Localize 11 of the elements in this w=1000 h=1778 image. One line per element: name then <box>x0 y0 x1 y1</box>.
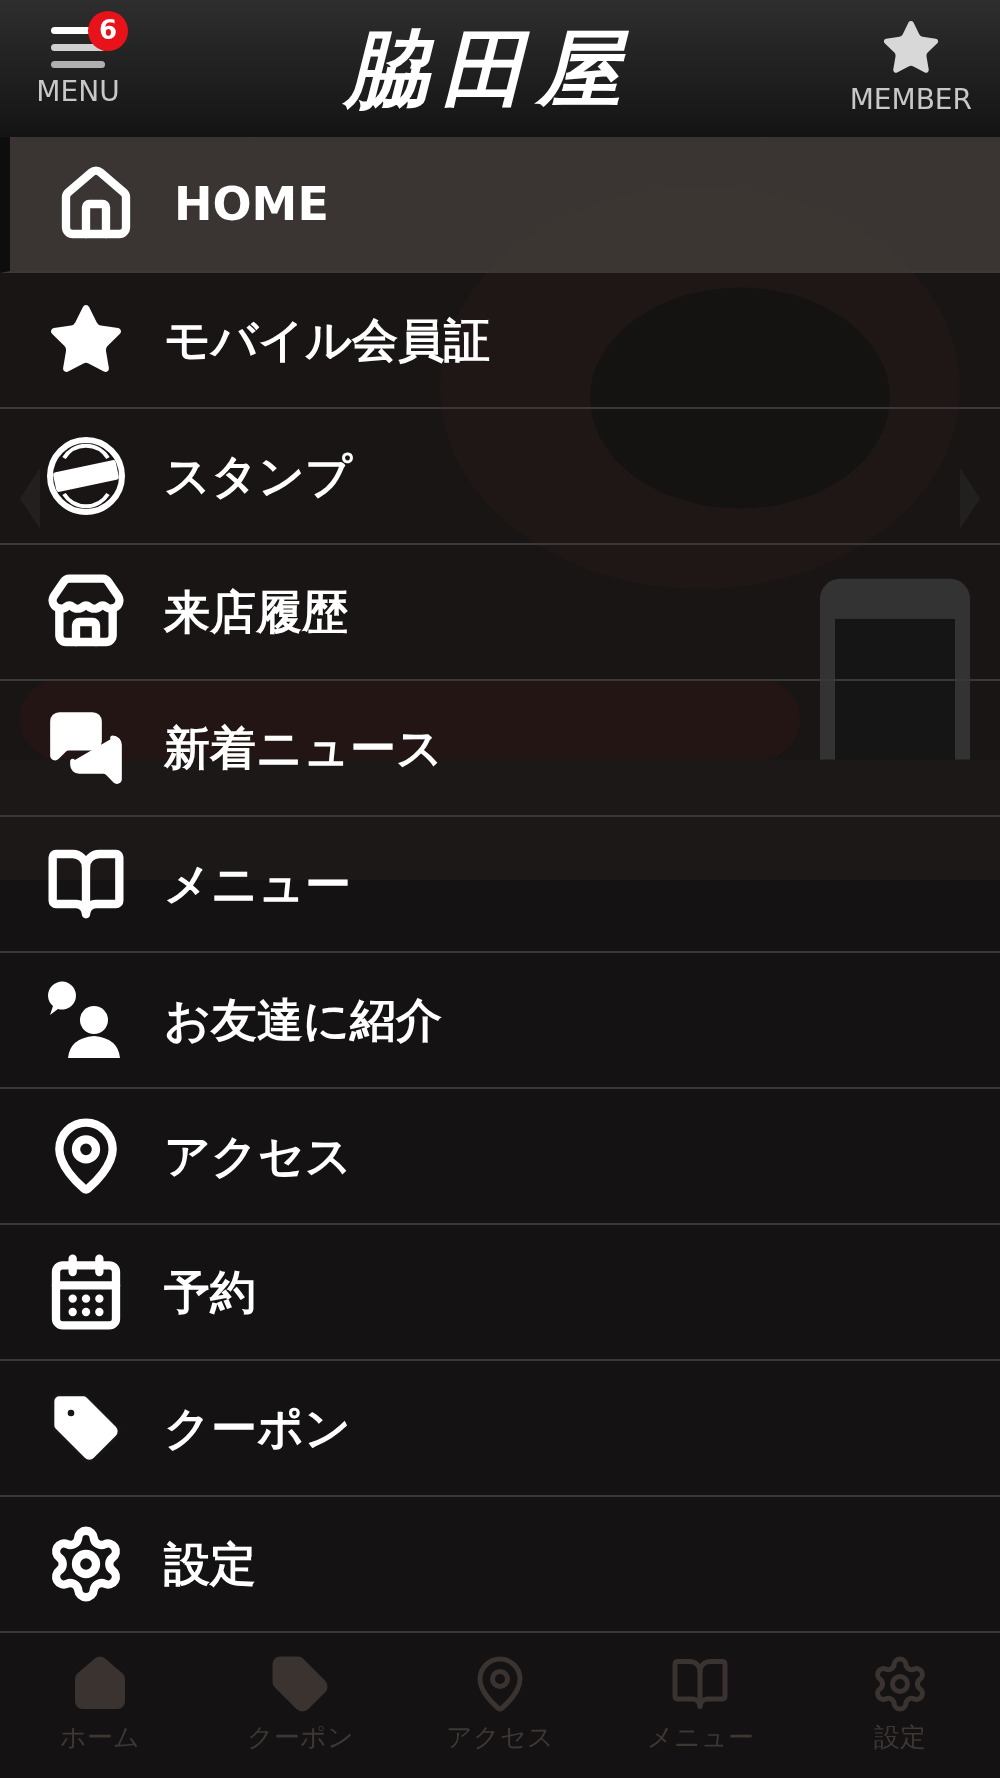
menu-item[interactable]: HOME <box>0 137 1000 273</box>
menu-item[interactable]: 来店履歴 <box>0 545 1000 681</box>
menu-item[interactable]: メニュー <box>0 817 1000 953</box>
member-button[interactable]: MEMBER <box>849 16 972 121</box>
menu-item[interactable]: 新着ニュース <box>0 681 1000 817</box>
notification-badge: 6 <box>88 10 128 51</box>
stamp-icon <box>46 436 126 516</box>
menu-item[interactable]: モバイル会員証 <box>0 273 1000 409</box>
menu-item[interactable]: スタンプ <box>0 409 1000 545</box>
app-logo: 脇田屋 <box>344 26 633 111</box>
tag-icon <box>270 1654 330 1714</box>
